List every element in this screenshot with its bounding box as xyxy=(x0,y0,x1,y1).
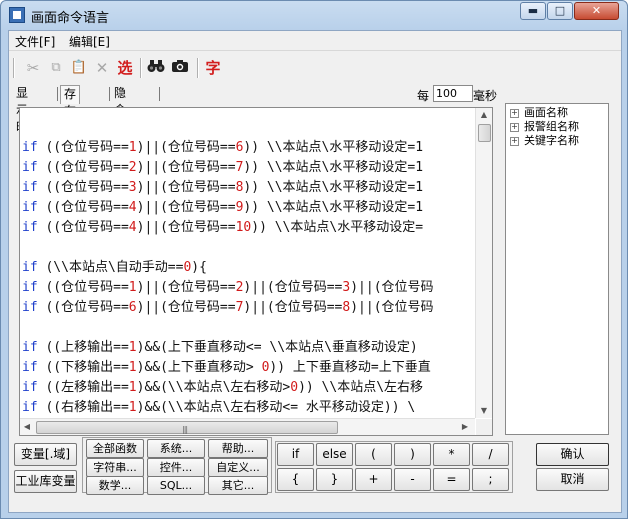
system-button[interactable]: 系统... xyxy=(147,439,205,458)
copy-icon[interactable]: ⧉ xyxy=(45,57,67,79)
window-title: 画面命令语言 xyxy=(31,11,110,26)
replace-icon[interactable] xyxy=(169,57,191,79)
op-minus-button[interactable]: - xyxy=(394,468,431,491)
app-window: 画面命令语言 ▬ □ ✕ 文件[F] 编辑[E] ✂ ⧉ 📋 ✕ 选 字 显 存… xyxy=(0,0,628,519)
code-line[interactable]: if ((仓位号码==4)||(仓位号码==10)) \\本站点\水平移动设定= xyxy=(22,218,423,238)
variable-field-button[interactable]: 变量[.域] xyxy=(14,443,77,466)
expand-icon[interactable]: + xyxy=(510,137,519,146)
toolbar-divider xyxy=(197,58,199,78)
name-tree: + 画面名称 + 报警组名称 + 关键字名称 xyxy=(505,103,609,435)
delete-icon[interactable]: ✕ xyxy=(91,57,113,79)
industrial-library-variable-button[interactable]: 工业库变量 xyxy=(14,470,77,493)
control-button[interactable]: 控件... xyxy=(147,458,205,477)
toolbar-divider xyxy=(140,58,142,78)
expand-icon[interactable]: + xyxy=(510,109,519,118)
toolbar: ✂ ⧉ 📋 ✕ 选 字 xyxy=(9,52,621,82)
op-close-brace-button[interactable]: } xyxy=(316,468,353,491)
tree-item[interactable]: + 报警组名称 xyxy=(510,120,579,134)
menu-edit[interactable]: 编辑[E] xyxy=(69,33,110,50)
code-text-area[interactable]: if ((仓位号码==1)||(仓位号码==6)) \\本站点\水平移动设定=1… xyxy=(20,108,475,419)
string-button[interactable]: 字符串... xyxy=(86,458,144,477)
code-editor[interactable]: if ((仓位号码==1)||(仓位号码==6)) \\本站点\水平移动设定=1… xyxy=(19,107,493,436)
minimize-icon: ▬ xyxy=(527,4,539,17)
maximize-button[interactable]: □ xyxy=(547,2,573,20)
interval-input[interactable]: 100 xyxy=(433,85,473,102)
binoculars-icon xyxy=(147,60,165,72)
code-line[interactable]: if ((仓位号码==3)||(仓位号码==8)) \\本站点\水平移动设定=1 xyxy=(22,178,423,198)
menu-bar: 文件[F] 编辑[E] xyxy=(9,31,621,51)
help-button[interactable]: 帮助... xyxy=(208,439,268,458)
menu-file[interactable]: 文件[F] xyxy=(15,33,55,50)
code-line[interactable]: if ((左移输出==1)&&(\\本站点\左右移动>0)) \\本站点\左右移 xyxy=(22,378,423,398)
all-functions-button[interactable]: 全部函数 xyxy=(86,439,144,458)
code-line[interactable]: if ((上移输出==1)&&(上下垂直移动<= \\本站点\垂直移动设定) xyxy=(22,338,418,358)
milliseconds-label: 毫秒 xyxy=(473,89,498,103)
scroll-right-icon[interactable]: ▶ xyxy=(460,422,470,432)
op-open-brace-button[interactable]: { xyxy=(277,468,314,491)
tree-item-label: 关键字名称 xyxy=(524,134,579,147)
tab-divider xyxy=(109,87,110,101)
op-else-button[interactable]: else xyxy=(316,443,353,466)
sql-button[interactable]: SQL... xyxy=(147,476,205,495)
other-button[interactable]: 其它... xyxy=(208,476,268,495)
cancel-button[interactable]: 取消 xyxy=(536,468,609,491)
confirm-button[interactable]: 确认 xyxy=(536,443,609,466)
paste-icon[interactable]: 📋 xyxy=(68,57,90,79)
code-line[interactable]: if ((仓位号码==4)||(仓位号码==9)) \\本站点\水平移动设定=1 xyxy=(22,198,423,218)
tree-item[interactable]: + 画面名称 xyxy=(510,106,568,120)
font-icon[interactable]: 字 xyxy=(202,57,224,79)
scroll-corner xyxy=(476,419,492,435)
scroll-down-icon[interactable]: ▼ xyxy=(479,406,489,416)
code-line[interactable]: if ((下移输出==1)&&(上下垂直移动> 0)) 上下垂直移动=上下垂直 xyxy=(22,358,431,378)
code-line[interactable]: if ((仓位号码==2)||(仓位号码==7)) \\本站点\水平移动设定=1 xyxy=(22,158,423,178)
vertical-scrollbar[interactable]: ▲ ▼ xyxy=(475,108,492,418)
tab-show[interactable]: 显示时 xyxy=(13,85,31,134)
tab-divider xyxy=(57,87,58,101)
tab-hidden[interactable]: 隐含时 xyxy=(111,85,129,134)
maximize-icon: □ xyxy=(554,4,566,17)
every-label: 每 xyxy=(417,89,430,103)
op-open-paren-button[interactable]: ( xyxy=(355,443,392,466)
code-line[interactable]: if ((右移输出==1)&&(\\本站点\左右移动<= 水平移动设定)) \ xyxy=(22,398,415,418)
code-line[interactable]: if ((仓位号码==6)||(仓位号码==7)||(仓位号码==8)||(仓位… xyxy=(22,298,434,318)
toolbar-divider xyxy=(13,58,15,78)
vertical-scroll-thumb[interactable] xyxy=(478,124,491,142)
op-close-paren-button[interactable]: ) xyxy=(394,443,431,466)
op-plus-button[interactable]: + xyxy=(355,468,392,491)
op-divide-button[interactable]: / xyxy=(472,443,509,466)
tab-exist[interactable]: 存在时 xyxy=(60,85,81,135)
expand-icon[interactable]: + xyxy=(510,123,519,132)
code-line[interactable]: if ((仓位号码==1)||(仓位号码==2)||(仓位号码==3)||(仓位… xyxy=(22,278,434,298)
close-icon: ✕ xyxy=(591,4,602,17)
op-multiply-button[interactable]: * xyxy=(433,443,470,466)
scroll-left-icon[interactable]: ◀ xyxy=(22,422,32,432)
code-line[interactable]: if (\\本站点\自动手动==0){ xyxy=(22,258,207,278)
camera-icon xyxy=(172,60,188,72)
code-line[interactable]: if ((仓位号码==1)||(仓位号码==6)) \\本站点\水平移动设定=1 xyxy=(22,138,423,158)
select-icon[interactable]: 选 xyxy=(114,57,136,79)
client-area: 文件[F] 编辑[E] ✂ ⧉ 📋 ✕ 选 字 显示时 存在时 隐含时 xyxy=(8,30,622,513)
cut-icon[interactable]: ✂ xyxy=(22,57,44,79)
tree-item-label: 画面名称 xyxy=(524,106,568,119)
close-button[interactable]: ✕ xyxy=(574,2,619,20)
title-bar: 画面命令语言 ▬ □ ✕ xyxy=(1,1,627,29)
tab-divider xyxy=(159,87,160,101)
custom-button[interactable]: 自定义... xyxy=(208,458,268,477)
tree-item-label: 报警组名称 xyxy=(524,120,579,133)
tree-item[interactable]: + 关键字名称 xyxy=(510,134,579,148)
find-icon[interactable] xyxy=(145,57,167,79)
op-equals-button[interactable]: = xyxy=(433,468,470,491)
minimize-button[interactable]: ▬ xyxy=(520,2,546,20)
op-semicolon-button[interactable]: ; xyxy=(472,468,509,491)
horizontal-scroll-thumb[interactable]: ||| xyxy=(36,421,338,434)
math-button[interactable]: 数学... xyxy=(86,476,144,495)
horizontal-scrollbar[interactable]: ◀ ||| ▶ xyxy=(20,418,475,435)
app-icon xyxy=(9,7,25,23)
scroll-up-icon[interactable]: ▲ xyxy=(479,110,489,120)
op-if-button[interactable]: if xyxy=(277,443,314,466)
